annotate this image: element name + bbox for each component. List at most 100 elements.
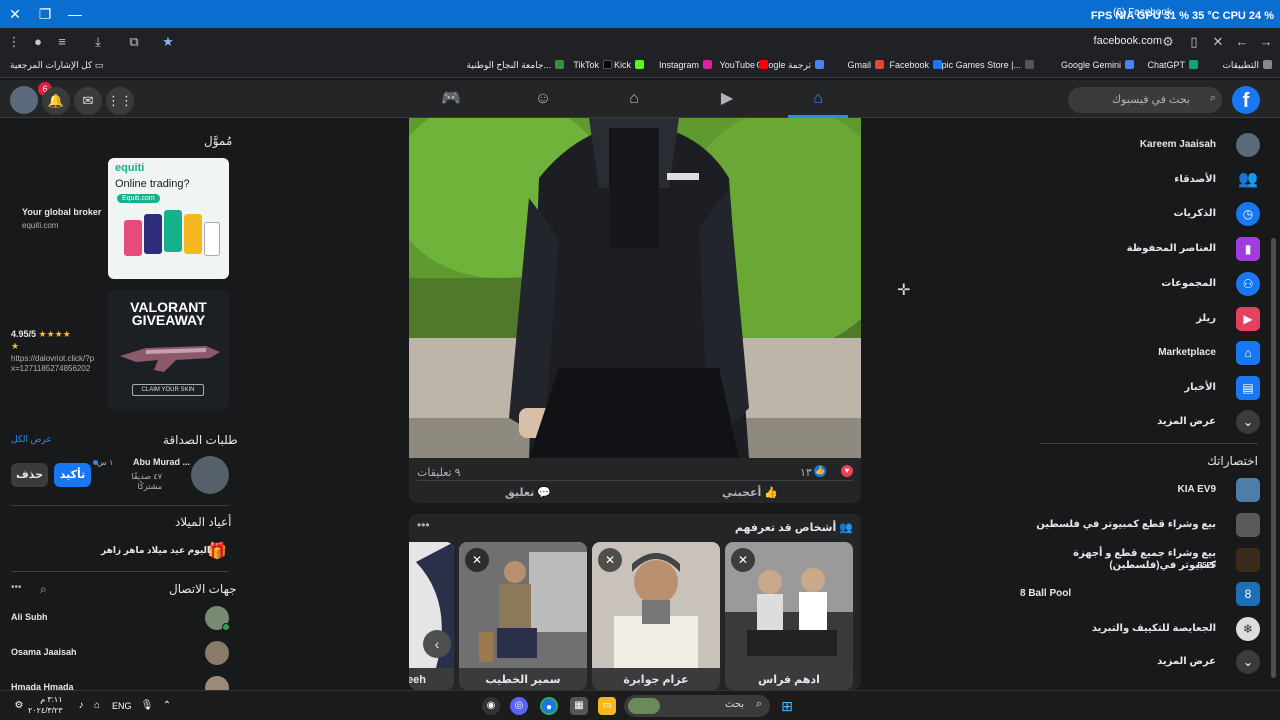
- site-settings-icon[interactable]: ⚙: [1158, 32, 1178, 52]
- profile-tab-icon[interactable]: ☺: [513, 80, 573, 118]
- stop-icon[interactable]: ✕: [1208, 32, 1228, 52]
- ad1-title[interactable]: Your global broker: [22, 207, 101, 217]
- see-all-link[interactable]: عرض الكل: [11, 434, 52, 445]
- store-app-icon[interactable]: ▦: [570, 697, 588, 715]
- nav-see-more[interactable]: عرض المزيد ⌄: [1030, 408, 1260, 438]
- rating-stars-icon: ★★★★: [38, 329, 71, 339]
- contact-name[interactable]: Osama Jaaisah: [11, 647, 77, 657]
- close-window-button[interactable]: ✕: [0, 0, 30, 28]
- shortcut-pc-devices[interactable]: بيع وشراء جميع قطع و أجهزة كمبيوتر في(فل…: [1030, 546, 1260, 576]
- more-options-icon[interactable]: •••: [417, 518, 430, 532]
- gaming-tab-icon[interactable]: 🎮: [421, 80, 481, 118]
- nav-friends[interactable]: الأصدقاء 👥: [1030, 166, 1260, 196]
- bookmark-gemini[interactable]: Google Gemini: [1061, 60, 1134, 70]
- nav-memories[interactable]: الذكريات ◷: [1030, 200, 1260, 230]
- chrome-app-icon[interactable]: ●: [540, 697, 558, 715]
- request-name[interactable]: Abu Murad ...: [133, 457, 190, 467]
- bookmark-youtube[interactable]: YouTube: [720, 60, 768, 70]
- profile-avatar: [1236, 133, 1260, 157]
- extensions-icon[interactable]: ⧉: [124, 32, 144, 52]
- birthday-text[interactable]: اليوم عيد ميلاد ماهر زاهر.: [101, 545, 213, 556]
- restore-window-button[interactable]: ❐: [30, 0, 60, 28]
- tab-search-icon[interactable]: ≡: [52, 32, 72, 52]
- like-button[interactable]: أعجبني 👍: [722, 486, 778, 499]
- tray-chevron-icon[interactable]: ⌃: [158, 697, 176, 715]
- comments-count[interactable]: ٩ تعليقات: [417, 466, 461, 479]
- carousel-prev-icon[interactable]: ‹: [423, 630, 451, 658]
- microphone-icon[interactable]: 🎙: [138, 697, 156, 715]
- nav-reels[interactable]: ريلز ▶: [1030, 305, 1260, 335]
- profile-icon[interactable]: ●: [28, 32, 48, 52]
- contacts-options-icon[interactable]: •••: [11, 582, 22, 593]
- nav-saved[interactable]: العناصر المحفوظة ▮: [1030, 235, 1260, 265]
- all-bookmarks[interactable]: كل الإشارات المرجعية ▭: [10, 60, 103, 71]
- shortcut-pc-parts[interactable]: بيع وشراء قطع كمبيوتر في فلسطين: [1030, 511, 1260, 541]
- nav-news[interactable]: الأخبار ▤: [1030, 374, 1260, 404]
- phone-graphic: [184, 214, 202, 254]
- request-avatar[interactable]: [191, 456, 229, 494]
- bookmark-facebook[interactable]: Facebook: [889, 60, 942, 70]
- dismiss-icon[interactable]: ✕: [731, 548, 755, 572]
- bookmark-instagram[interactable]: Instagram: [659, 60, 712, 70]
- download-icon[interactable]: ⤓: [88, 32, 108, 52]
- reactions-count[interactable]: ١٣: [800, 466, 812, 479]
- delete-button[interactable]: حذف: [11, 463, 48, 487]
- pymk-card[interactable]: reeh: [409, 542, 454, 690]
- bookmark-kick[interactable]: Kick: [614, 60, 644, 70]
- bookmark-star-icon[interactable]: ★: [158, 32, 178, 52]
- video-tab-icon[interactable]: ▶: [697, 80, 757, 118]
- forward-icon[interactable]: →: [1256, 32, 1276, 52]
- steam-app-icon[interactable]: ◉: [482, 697, 500, 715]
- windows-start-icon[interactable]: ⊞: [778, 697, 796, 715]
- bookmark-tiktok[interactable]: TikTok: [573, 60, 612, 70]
- contact-name[interactable]: Ali Subh: [11, 612, 48, 622]
- facebook-search-input[interactable]: بحث في فيسبوك: [1068, 87, 1222, 113]
- shortcut-8ball[interactable]: 8 Ball Pool 8: [1020, 580, 1260, 610]
- ad-valorant-image[interactable]: VALORANT GIVEAWAY CLAIM YOUR SKIN: [108, 290, 229, 411]
- shortcut-aircon[interactable]: الجعايصة للتكييف والتبريد ❄: [1030, 615, 1260, 645]
- nav-profile[interactable]: Kareem Jaaisah: [1030, 131, 1260, 161]
- bookmark-apps[interactable]: التطبيقات: [1222, 60, 1272, 71]
- dismiss-icon[interactable]: ✕: [465, 548, 489, 572]
- nav-groups[interactable]: المجموعات ⚇: [1030, 270, 1260, 300]
- clock[interactable]: ٣:١١ م ٢٠٢٤/٣/٢٣: [28, 694, 63, 716]
- comment-button[interactable]: تعليق 💬: [505, 486, 551, 499]
- messenger-icon[interactable]: ✉: [74, 87, 102, 115]
- ad-equiti-image[interactable]: equiti Online trading? Equiti.com: [108, 158, 229, 279]
- bookmark-najah[interactable]: جامعة النجاح الوطنية...: [467, 60, 564, 71]
- post-photo[interactable]: [409, 118, 861, 458]
- sidebar-scrollbar[interactable]: [1271, 238, 1276, 678]
- marketplace-tab-icon[interactable]: ⌂: [604, 80, 664, 118]
- dismiss-icon[interactable]: ✕: [598, 548, 622, 572]
- minimize-window-button[interactable]: —: [60, 0, 90, 28]
- ad2-url[interactable]: https://dalovriot.click/?px=127118527485…: [11, 354, 97, 374]
- shortcut-kia[interactable]: KIA EV9: [1030, 476, 1260, 506]
- network-icon[interactable]: ⌂: [88, 697, 106, 715]
- url-field[interactable]: facebook.com: [1094, 35, 1162, 47]
- pymk-card[interactable]: ✕ ادهم فراس: [725, 542, 853, 690]
- bookmark-chatgpt[interactable]: ChatGPT: [1147, 60, 1198, 70]
- language-indicator[interactable]: ENG: [112, 701, 132, 711]
- shortcuts-see-more[interactable]: عرض المزيد ⌄: [1030, 648, 1260, 678]
- pymk-card[interactable]: ✕ عزام جوابرة: [592, 542, 720, 690]
- pymk-card[interactable]: ✕ سمير الخطيب: [459, 542, 587, 690]
- bookmark-epic[interactable]: Epic Games Store |...: [936, 60, 1034, 70]
- account-avatar[interactable]: [10, 86, 38, 114]
- back-icon[interactable]: ←: [1232, 32, 1252, 52]
- discord-app-icon[interactable]: ◎: [510, 697, 528, 715]
- confirm-button[interactable]: تأكيد: [54, 463, 91, 487]
- home-tab-icon[interactable]: ⌂: [788, 80, 848, 118]
- menu-dots-icon[interactable]: ⋮: [4, 32, 24, 52]
- facebook-logo[interactable]: f: [1232, 86, 1260, 114]
- menu-grid-icon[interactable]: ⋮⋮: [106, 87, 134, 115]
- split-view-icon[interactable]: ▯: [1184, 32, 1204, 52]
- file-explorer-icon[interactable]: ▭: [598, 697, 616, 715]
- contact-avatar[interactable]: [205, 641, 229, 665]
- taskbar-search[interactable]: بحث ⌕: [624, 695, 770, 717]
- settings-gear-icon[interactable]: ⚙: [10, 697, 28, 715]
- search-contacts-icon[interactable]: ⌕: [40, 582, 47, 597]
- bookmark-gmail[interactable]: Gmail: [847, 60, 884, 70]
- birthdays-title: أعياد الميلاد: [175, 515, 232, 529]
- nav-marketplace[interactable]: Marketplace ⌂: [1030, 339, 1260, 369]
- notifications-bell-icon[interactable]: 🔔: [42, 87, 70, 115]
